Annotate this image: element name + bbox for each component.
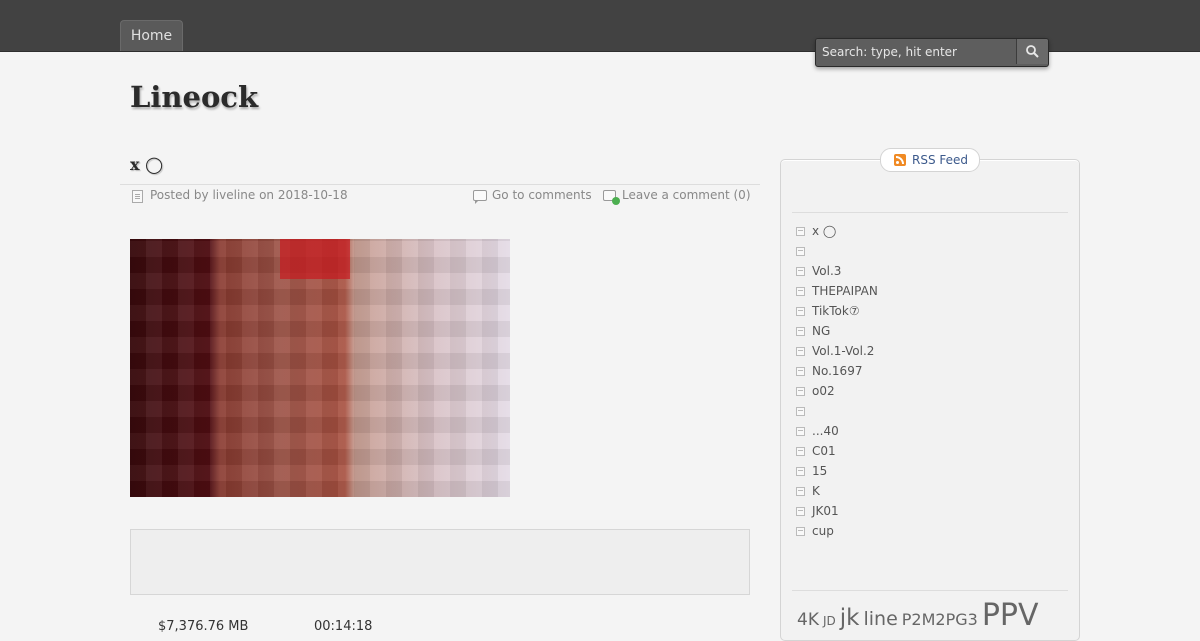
recent-post-item[interactable]: THEPAIPAN: [796, 281, 878, 301]
recent-post-item[interactable]: ...40: [796, 421, 878, 441]
nav-home-tab[interactable]: Home: [120, 20, 183, 51]
recent-post-item[interactable]: [796, 241, 878, 261]
go-to-comments-link[interactable]: Go to comments: [492, 188, 592, 202]
search-input[interactable]: [816, 39, 1006, 64]
add-comment-icon: [603, 190, 620, 205]
duration-text: 00:14:18: [314, 619, 373, 634]
post-title[interactable]: x ◯: [130, 155, 163, 174]
recent-posts-list: x ◯ Vol.3 THEPAIPAN TikTok⑦ NG Vol.1-Vol.2 N…: [796, 221, 878, 541]
tag-link[interactable]: line: [863, 608, 897, 630]
recent-post-item[interactable]: Vol.1-Vol.2: [796, 341, 878, 361]
recent-post-item[interactable]: [796, 401, 878, 421]
file-size-text: $7,376.76 MB: [158, 619, 249, 634]
post-byline: Posted by liveline on 2018-10-18: [150, 188, 348, 202]
sidebar-divider-bottom: [792, 590, 1068, 591]
rss-feed-button[interactable]: RSS Feed: [880, 148, 980, 172]
recent-post-item[interactable]: NG: [796, 321, 878, 341]
content-placeholder-box: [130, 529, 750, 595]
search-box: [815, 38, 1049, 67]
recent-post-item[interactable]: Vol.3: [796, 261, 878, 281]
leave-comment-text[interactable]: Leave a comment (0): [622, 188, 751, 202]
comment-bubble-icon: [473, 190, 487, 204]
site-title[interactable]: Lineock: [130, 80, 258, 114]
tag-link[interactable]: 4K: [797, 610, 819, 630]
recent-post-item[interactable]: No.1697: [796, 361, 878, 381]
tag-link[interactable]: P2M2PG3: [902, 610, 978, 629]
recent-post-item[interactable]: JK01: [796, 501, 878, 521]
tag-cloud: 4K JD jk line P2M2PG3 PPV: [797, 598, 1043, 633]
sidebar-divider-top: [792, 212, 1068, 213]
recent-post-item[interactable]: 15: [796, 461, 878, 481]
tag-link[interactable]: jk: [840, 605, 860, 631]
top-nav-bar: Home: [0, 0, 1200, 67]
go-to-comments-text[interactable]: Go to comments: [492, 188, 592, 202]
tag-link[interactable]: PPV: [982, 598, 1039, 633]
rss-feed-label[interactable]: RSS Feed: [912, 149, 968, 171]
recent-post-item[interactable]: x ◯: [796, 221, 878, 241]
search-button[interactable]: [1016, 39, 1048, 64]
leave-comment-link[interactable]: Leave a comment (0): [622, 188, 751, 202]
recent-post-item[interactable]: K: [796, 481, 878, 501]
rss-icon: [894, 154, 906, 166]
recent-post-item[interactable]: cup: [796, 521, 878, 541]
post-image-pixelated[interactable]: [130, 239, 510, 497]
tag-link[interactable]: JD: [823, 614, 836, 628]
document-icon: [132, 190, 143, 203]
post-meta-divider: [120, 184, 760, 185]
recent-post-item[interactable]: o02: [796, 381, 878, 401]
search-icon: [1026, 45, 1039, 58]
recent-post-item[interactable]: C01: [796, 441, 878, 461]
recent-post-item[interactable]: TikTok⑦: [796, 301, 878, 321]
